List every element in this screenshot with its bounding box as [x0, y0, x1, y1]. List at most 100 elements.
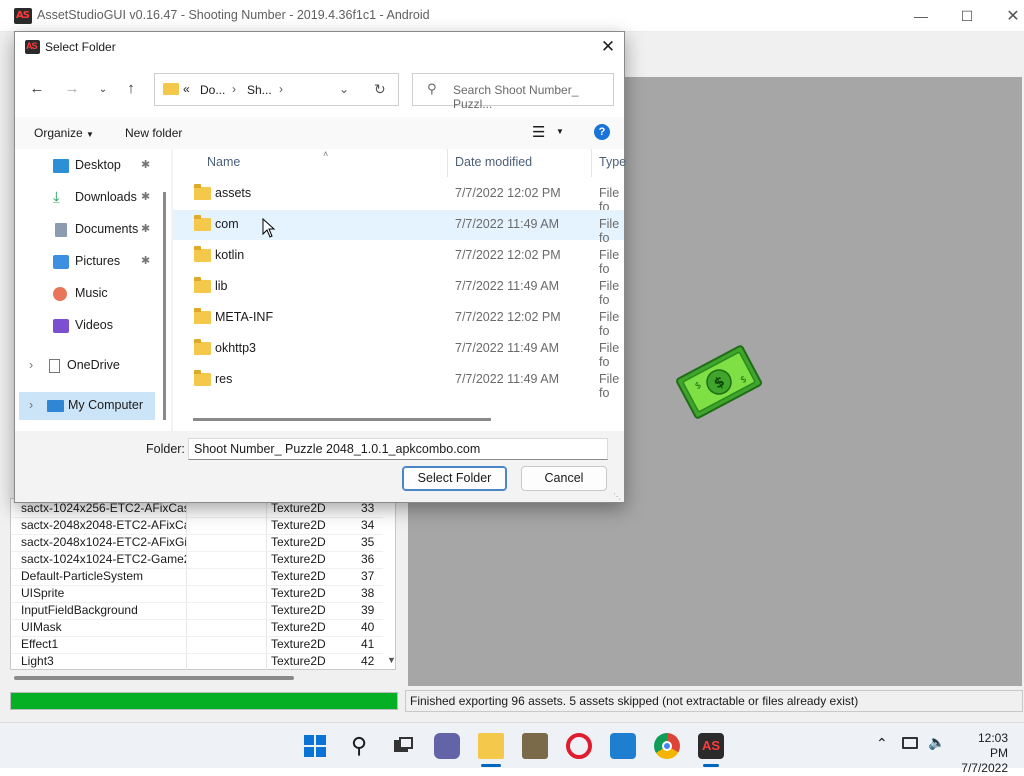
column-divider: [266, 586, 267, 602]
asset-id: 38: [361, 586, 375, 600]
file-row-okhttp3[interactable]: okhttp3 7/7/2022 11:49 AM File fo: [173, 334, 624, 369]
asset-row[interactable]: sactx-2048x1024-ETC2-AFixGiv... Texture2D…: [11, 535, 383, 552]
recent-locations-chevron-icon[interactable]: ⌄: [93, 84, 113, 104]
folder-label: Folder:: [146, 442, 185, 456]
nav-item-onedrive[interactable]: › OneDrive: [15, 352, 160, 380]
asset-row[interactable]: UIMask Texture2D 40: [11, 620, 383, 637]
folder-name-input[interactable]: Shoot Number_ Puzzle 2048_1.0.1_apkcombo…: [188, 438, 608, 460]
folder-icon: [163, 83, 179, 95]
back-arrow-icon[interactable]: ←: [27, 80, 47, 100]
nav-item-downloads[interactable]: ⤓ Downloads ✱: [15, 184, 160, 212]
up-arrow-icon[interactable]: ↑: [121, 80, 141, 100]
start-windows-icon[interactable]: [302, 733, 328, 759]
address-bar[interactable]: « Do... › Sh... › ⌄ ↻: [154, 73, 399, 106]
file-row-lib[interactable]: lib 7/7/2022 11:49 AM File fo: [173, 272, 624, 307]
file-row-com[interactable]: com 7/7/2022 11:49 AM File fo: [173, 210, 624, 245]
asset-row[interactable]: sactx-1024x1024-ETC2-Game2... Texture2D 36: [11, 552, 383, 569]
pin-icon: ✱: [141, 191, 151, 203]
address-dropdown-chevron-icon[interactable]: ⌄: [339, 82, 349, 96]
maximize-button[interactable]: ☐: [944, 0, 990, 32]
asset-row[interactable]: sactx-1024x256-ETC2-AFixCash... Texture2D…: [11, 501, 383, 518]
asset-list-horizontal-scrollbar[interactable]: [14, 676, 294, 680]
assetstudio-taskbar-icon[interactable]: AS: [698, 733, 724, 759]
app-icon[interactable]: [610, 733, 636, 759]
new-folder-button[interactable]: New folder: [125, 126, 182, 140]
asset-row[interactable]: Default-ParticleSystem Texture2D 37: [11, 569, 383, 586]
refresh-icon[interactable]: ↻: [374, 81, 386, 98]
search-box[interactable]: ⚲ Search Shoot Number_ Puzzl...: [412, 73, 614, 111]
breadcrumb-item[interactable]: Sh...: [247, 83, 272, 97]
scroll-down-icon[interactable]: ▼: [387, 655, 396, 665]
asset-name: InputFieldBackground: [21, 603, 138, 617]
window-title: AssetStudioGUI v0.16.47 - Shooting Numbe…: [37, 8, 430, 22]
nav-item-desktop[interactable]: Desktop ✱: [15, 152, 160, 180]
nav-item-videos[interactable]: Videos: [15, 312, 160, 340]
column-divider[interactable]: [447, 149, 448, 177]
mouse-cursor-icon: [262, 218, 276, 238]
organize-button[interactable]: Organize ▼: [34, 126, 94, 140]
file-name: com: [215, 217, 239, 231]
file-row-res[interactable]: res 7/7/2022 11:49 AM File fo: [173, 365, 624, 400]
file-name: lib: [215, 279, 228, 293]
volume-muted-icon[interactable]: 🔈: [928, 734, 945, 751]
taskbar: ⚲ AS ⌃ 🔈 12:03 PM 7/7/2022: [0, 722, 1024, 775]
file-explorer-icon[interactable]: [478, 733, 504, 759]
task-view-icon[interactable]: [390, 733, 416, 759]
sort-ascending-icon: ˄: [323, 149, 329, 159]
chrome-icon[interactable]: [654, 733, 680, 759]
documents-icon: [55, 223, 67, 237]
file-row-meta-inf[interactable]: META-INF 7/7/2022 12:02 PM File fo: [173, 303, 624, 338]
opera-icon[interactable]: [566, 733, 592, 759]
expand-chevron-icon[interactable]: ›: [29, 358, 33, 372]
asset-row[interactable]: InputFieldBackground Texture2D 39: [11, 603, 383, 620]
nav-pane-scrollbar[interactable]: [163, 192, 166, 420]
chat-icon[interactable]: [434, 733, 460, 759]
dialog-close-button[interactable]: ✕: [597, 36, 619, 58]
column-divider[interactable]: [591, 149, 592, 177]
forward-arrow-icon[interactable]: →: [62, 80, 82, 100]
asset-list[interactable]: sactx-1024x256-ETC2-AFixCash... Texture2D…: [10, 498, 396, 671]
pin-icon: ✱: [141, 159, 151, 171]
column-divider: [186, 586, 187, 602]
file-row-kotlin[interactable]: kotlin 7/7/2022 12:02 PM File fo: [173, 241, 624, 276]
nav-item-pictures[interactable]: Pictures ✱: [15, 248, 160, 276]
minimize-button[interactable]: —: [898, 0, 944, 32]
view-options-icon[interactable]: ☰: [532, 123, 545, 141]
close-button[interactable]: ✕: [990, 0, 1024, 32]
nav-item-my-computer[interactable]: › My Computer: [19, 392, 155, 420]
nav-item-documents[interactable]: Documents ✱: [15, 216, 160, 244]
asset-row[interactable]: Light3 Texture2D 42: [11, 654, 383, 671]
file-name: META-INF: [215, 310, 274, 324]
view-chevron-icon[interactable]: ▼: [556, 127, 564, 136]
expand-chevron-icon[interactable]: ›: [29, 398, 33, 412]
file-name: res: [215, 372, 233, 386]
breadcrumb-item[interactable]: Do...: [200, 83, 225, 97]
asset-name: sactx-1024x256-ETC2-AFixCash...: [21, 501, 186, 515]
nav-item-music[interactable]: Music: [15, 280, 160, 308]
windows-logo-icon: [304, 735, 326, 757]
dialog-title-bar[interactable]: AS Select Folder ✕: [15, 32, 624, 62]
select-folder-button[interactable]: Select Folder: [402, 466, 507, 491]
file-row-assets[interactable]: assets 7/7/2022 12:02 PM File fo: [173, 179, 624, 214]
cancel-button[interactable]: Cancel: [521, 466, 607, 491]
asset-row[interactable]: Effect1 Texture2D 41: [11, 637, 383, 654]
taskbar-search-icon[interactable]: ⚲: [346, 733, 372, 759]
asset-name: UIMask: [21, 620, 62, 634]
app-icon[interactable]: [522, 733, 548, 759]
network-icon[interactable]: [902, 737, 918, 749]
status-text: Finished exporting 96 assets. 5 assets s…: [410, 694, 859, 708]
breadcrumb-overflow[interactable]: «: [183, 82, 190, 96]
taskbar-clock[interactable]: 12:03 PM 7/7/2022: [958, 731, 1008, 776]
file-list-horizontal-scrollbar[interactable]: [193, 418, 491, 421]
resize-grip-icon[interactable]: ⋱: [613, 492, 621, 501]
show-hidden-icons-chevron-icon[interactable]: ⌃: [876, 735, 888, 752]
main-title-bar[interactable]: AS AssetStudioGUI v0.16.47 - Shooting Nu…: [0, 0, 1024, 32]
help-icon[interactable]: ?: [594, 124, 610, 140]
select-folder-dialog: AS Select Folder ✕ ← → ⌄ ↑ « Do... › Sh.…: [14, 31, 626, 503]
file-name: kotlin: [215, 248, 245, 262]
asset-row[interactable]: UISprite Texture2D 38: [11, 586, 383, 603]
asset-row[interactable]: sactx-2048x2048-ETC2-AFixCas... Texture2D…: [11, 518, 383, 535]
column-divider: [186, 603, 187, 619]
file-date-modified: 7/7/2022 11:49 AM: [455, 341, 560, 355]
asset-name: UISprite: [21, 586, 65, 600]
